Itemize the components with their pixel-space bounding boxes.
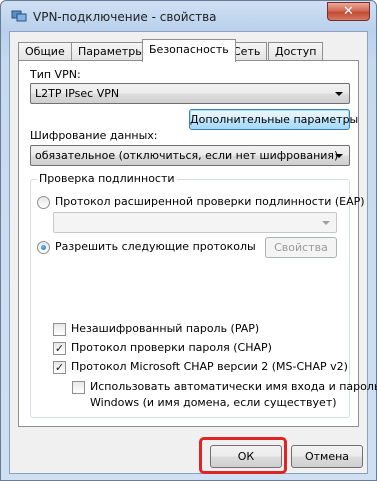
window-title: VPN-подключение - свойства xyxy=(33,10,217,24)
mschapv2-checkbox[interactable]: ✓ xyxy=(53,361,66,374)
pap-checkbox[interactable] xyxy=(53,323,66,336)
advanced-settings-button[interactable]: Дополнительные параметры xyxy=(189,109,358,130)
allow-protocols-radio[interactable] xyxy=(37,241,50,254)
close-button[interactable]: ✕ xyxy=(327,2,370,21)
auto-logon-label-line2[interactable]: Windows (и имя домена, если существует) xyxy=(90,396,337,409)
mschapv2-label[interactable]: Протокол Microsoft CHAP версии 2 (MS-CHA… xyxy=(71,360,348,373)
vpn-type-select[interactable]: L2TP IPsec VPN xyxy=(30,83,350,104)
vpn-type-label: Тип VPN: xyxy=(30,68,81,81)
tab-options[interactable]: Параметры xyxy=(71,42,151,61)
auto-logon-checkbox[interactable] xyxy=(72,381,85,394)
allow-protocols-label[interactable]: Разрешить следующие протоколы xyxy=(55,240,256,253)
pap-label[interactable]: Незашифрованный пароль (PAP) xyxy=(71,322,259,335)
tab-sharing[interactable]: Доступ xyxy=(268,42,324,61)
tab-general[interactable]: Общие xyxy=(18,42,72,61)
eap-method-select[interactable] xyxy=(53,212,337,233)
network-connection-icon xyxy=(11,10,27,22)
vpn-type-value: L2TP IPsec VPN xyxy=(35,87,120,100)
cancel-button[interactable]: Отмена xyxy=(291,445,363,468)
chap-label[interactable]: Протокол проверки пароля (CHAP) xyxy=(71,341,272,354)
eap-radio-label[interactable]: Протокол расширенной проверки подлинност… xyxy=(55,195,365,208)
encryption-value: обязательное (отключиться, если нет шифр… xyxy=(35,149,339,162)
close-icon: ✕ xyxy=(343,4,354,19)
eap-properties-button[interactable]: Свойства xyxy=(265,237,337,258)
properties-window: VPN-подключение - свойства ✕ Общие Парам… xyxy=(0,0,377,481)
ok-button-highlight xyxy=(199,437,287,474)
security-tab-panel: Тип VPN: L2TP IPsec VPN Дополнительные п… xyxy=(18,60,377,427)
chevron-down-icon xyxy=(322,221,330,225)
title-bar[interactable]: VPN-подключение - свойства ✕ xyxy=(1,1,376,31)
tab-security[interactable]: Безопасность xyxy=(142,39,236,62)
encryption-select[interactable]: обязательное (отключиться, если нет шифр… xyxy=(30,145,350,166)
auto-logon-label-line1[interactable]: Использовать автоматически имя входа и п… xyxy=(90,380,377,393)
eap-radio[interactable] xyxy=(37,196,50,209)
encryption-label: Шифрование данных: xyxy=(30,129,158,142)
chevron-down-icon xyxy=(335,154,343,158)
chevron-down-icon xyxy=(335,92,343,96)
dialog-client-area: Общие Параметры Безопасность Сеть Доступ… xyxy=(9,31,377,474)
chap-checkbox[interactable]: ✓ xyxy=(53,342,66,355)
authentication-group-title: Проверка подлинности xyxy=(37,172,177,185)
